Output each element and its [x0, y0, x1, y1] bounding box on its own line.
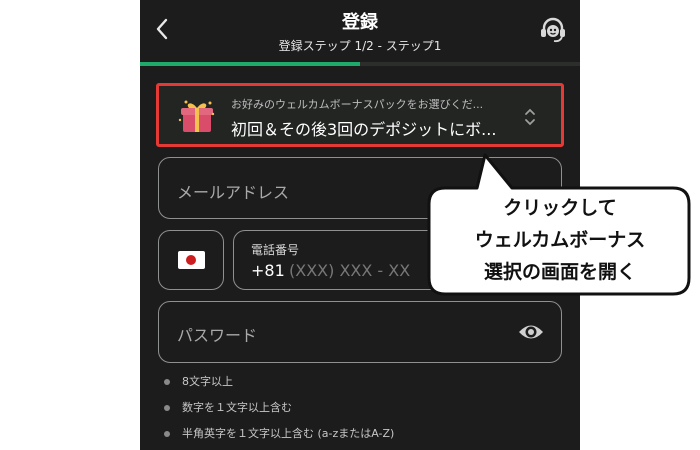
header: 登録 登録ステップ 1/2 - ステップ1	[140, 0, 580, 64]
phone-label: 電話番号	[251, 243, 300, 257]
rule-text: 数字を１文字以上含む	[182, 401, 292, 414]
phone-placeholder: (XXX) XXX - XX	[289, 261, 411, 280]
bonus-selector-label: お好みのウェルカムボーナスパックをお選びくだ...	[231, 98, 484, 111]
password-placeholder: パスワード	[177, 326, 258, 345]
japan-flag-icon	[178, 251, 205, 269]
support-button[interactable]	[536, 13, 570, 47]
list-item: 8文字以上	[162, 373, 394, 399]
password-field[interactable]: パスワード	[158, 301, 562, 363]
eye-icon[interactable]	[517, 320, 545, 344]
password-rules: 8文字以上 数字を１文字以上含む 半角英字を１文字以上含む (a-zまたはA-Z…	[162, 373, 394, 450]
callout-line-1: クリックして	[503, 197, 617, 219]
rule-text: 半角英字を１文字以上含む (a-zまたはA-Z)	[182, 427, 395, 440]
step-progress-fill	[140, 62, 360, 66]
bullet-icon	[164, 431, 170, 437]
step-progress-bar	[140, 62, 580, 66]
rule-text: 8文字以上	[182, 375, 233, 388]
list-item: 半角英字を１文字以上含む (a-zまたはA-Z)	[162, 425, 394, 450]
country-code-selector[interactable]	[158, 230, 224, 290]
phone-country-prefix: +81	[251, 261, 285, 280]
bullet-icon	[164, 379, 170, 385]
gift-box-icon	[178, 100, 215, 132]
bonus-selector-value: 初回＆その後3回のデポジットにボ...	[231, 120, 497, 139]
callout-line-2: ウェルカムボーナス	[474, 229, 646, 251]
callout-line-3: 選択の画面を開く	[483, 261, 636, 283]
email-placeholder: メールアドレス	[177, 183, 290, 202]
headset-support-icon	[541, 17, 565, 43]
bullet-icon	[164, 405, 170, 411]
callout-text: クリックして ウェルカムボーナス 選択の画面を開く	[440, 192, 680, 288]
list-item: 数字を１文字以上含む	[162, 399, 394, 425]
chevron-up-down-icon	[525, 108, 535, 126]
page-title: 登録	[342, 12, 378, 33]
welcome-bonus-selector[interactable]: お好みのウェルカムボーナスパックをお選びくだ... 初回＆その後3回のデポジット…	[156, 83, 564, 147]
step-subtitle: 登録ステップ 1/2 - ステップ1	[278, 39, 442, 53]
